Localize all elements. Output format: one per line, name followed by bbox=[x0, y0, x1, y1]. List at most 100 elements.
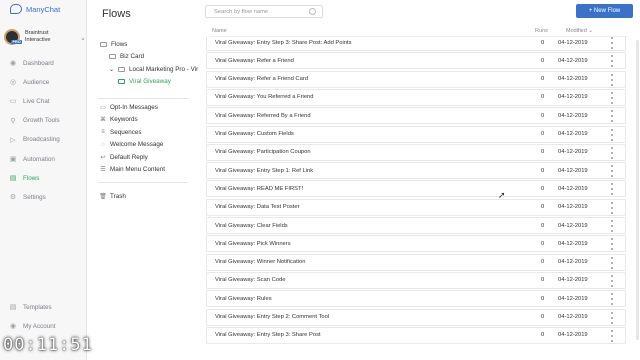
folder-item[interactable]: Viral Giveaway bbox=[118, 78, 171, 85]
table-row[interactable]: Viral Giveaway: Pick Winners 0 04-12-2019 bbox=[206, 235, 626, 253]
audience-icon: ◎ bbox=[9, 79, 17, 87]
system-item-sequences[interactable]: ≡ Sequences bbox=[100, 129, 141, 136]
keyword-icon: ⌘ bbox=[100, 117, 106, 124]
flow-name[interactable]: Viral Giveaway: You Referred a Friend bbox=[215, 94, 314, 100]
nav-item-templates[interactable]: ▤ Templates bbox=[0, 300, 87, 314]
flow-name[interactable]: Viral Giveaway: Refer a Friend bbox=[215, 58, 294, 64]
dashboard-icon: ◉ bbox=[9, 60, 17, 67]
kebab-menu-icon[interactable] bbox=[611, 91, 614, 104]
flow-name[interactable]: Viral Giveaway: READ ME FIRST! bbox=[215, 186, 303, 192]
brand-name: ManyChat bbox=[26, 4, 61, 14]
reply-icon: ↩ bbox=[100, 154, 106, 161]
kebab-menu-icon[interactable] bbox=[611, 183, 614, 196]
folder-item[interactable]: Biz Card bbox=[109, 53, 144, 60]
flow-modified: 04-12-2019 bbox=[558, 57, 588, 64]
trash-item[interactable]: 🗑 Trash bbox=[99, 193, 126, 200]
nav-item-dashboard[interactable]: ◉ Dashboard bbox=[0, 56, 87, 70]
system-item-main-menu-content[interactable]: ☰ Main Menu Content bbox=[100, 166, 165, 173]
new-flow-button[interactable]: + New Flow bbox=[576, 4, 633, 18]
nav-item-settings[interactable]: ⚙ Settings bbox=[0, 190, 87, 204]
flow-name[interactable]: Viral Giveaway: Entry Step 2: Comment To… bbox=[215, 314, 329, 320]
system-item-opt-in-messages[interactable]: ▭ Opt-In Messages bbox=[100, 104, 158, 111]
flow-name[interactable]: Viral Giveaway: Custom Fields bbox=[215, 131, 294, 137]
kebab-menu-icon[interactable] bbox=[611, 329, 614, 342]
kebab-menu-icon[interactable] bbox=[611, 201, 614, 214]
system-item-default-reply[interactable]: ↩ Default Reply bbox=[100, 153, 148, 161]
kebab-menu-icon[interactable] bbox=[611, 128, 614, 141]
flow-name[interactable]: Viral Giveaway: Scan Code bbox=[215, 277, 285, 283]
nav-item-label: Growth Tools bbox=[23, 117, 60, 125]
nav-item-broadcasting[interactable]: ▷ Broadcasting bbox=[0, 133, 87, 147]
system-item-keywords[interactable]: ⌘ Keywords bbox=[100, 116, 138, 123]
kebab-menu-icon[interactable] bbox=[611, 165, 614, 178]
system-item-label: Main Menu Content bbox=[110, 166, 165, 173]
kebab-menu-icon[interactable] bbox=[611, 146, 614, 159]
column-runs[interactable]: Runs bbox=[535, 28, 548, 34]
flow-runs: 0 bbox=[541, 167, 545, 174]
kebab-menu-icon[interactable] bbox=[611, 311, 614, 324]
nav-item-live-chat[interactable]: ▭ Live Chat bbox=[0, 94, 87, 108]
kebab-menu-icon[interactable] bbox=[611, 55, 614, 68]
flow-name[interactable]: Viral Giveaway: Referred By a Friend bbox=[215, 113, 311, 119]
table-row[interactable]: Viral Giveaway: Data Test Poster 0 04-12-2… bbox=[206, 198, 626, 216]
table-row[interactable]: Viral Giveaway: Clear Fields 0 04-12-2019 bbox=[206, 217, 626, 234]
flow-runs: 0 bbox=[541, 112, 545, 119]
kebab-menu-icon[interactable] bbox=[611, 37, 614, 49]
nav-item-my-account[interactable]: ◉ My Account bbox=[0, 319, 87, 333]
kebab-menu-icon[interactable] bbox=[611, 73, 614, 86]
system-item-welcome-message[interactable]: ◌ Welcome Message bbox=[100, 141, 163, 148]
manychat-logo-icon bbox=[10, 4, 22, 14]
flow-name[interactable]: Viral Giveaway: Pick Winners bbox=[215, 241, 291, 247]
flow-name[interactable]: Viral Giveaway: Refer a Friend Card bbox=[215, 76, 308, 82]
nav-item-label: My Account bbox=[23, 322, 56, 330]
table-row[interactable]: Viral Giveaway: Entry Step 3: Share Post… bbox=[206, 326, 626, 344]
flow-name[interactable]: Viral Giveaway: Entry Step 1: Ref Link bbox=[215, 168, 313, 174]
system-item-label: Default Reply bbox=[110, 153, 148, 161]
table-row[interactable]: Viral Giveaway: Winner Notification 0 04-1… bbox=[206, 253, 626, 271]
flow-name[interactable]: Viral Giveaway: Entry Step 3: Share Post bbox=[215, 332, 321, 338]
search-input[interactable]: Search by flow name bbox=[205, 5, 323, 18]
flow-name[interactable]: Viral Giveaway: Data Test Poster bbox=[215, 204, 300, 210]
table-row[interactable]: Viral Giveaway: Participation Coupon 0 04-… bbox=[206, 143, 626, 161]
table-row[interactable]: Viral Giveaway: Entry Step 2: Comment To… bbox=[206, 308, 626, 326]
table-row[interactable]: Viral Giveaway: Refer a Friend Card 0 04-1… bbox=[206, 70, 626, 88]
account-switcher[interactable]: PRO Braintrust Interactive ⌄ bbox=[4, 28, 86, 46]
menu-icon: ☰ bbox=[100, 167, 106, 173]
flow-name[interactable]: Viral Giveaway: Entry Step 3: Share Post… bbox=[215, 40, 352, 46]
table-row[interactable]: Viral Giveaway: READ ME FIRST! 0 04-12-201… bbox=[206, 180, 626, 198]
flow-runs: 0 bbox=[541, 295, 545, 302]
flow-name[interactable]: Viral Giveaway: Rules bbox=[215, 296, 272, 302]
table-row[interactable]: Viral Giveaway: Referred By a Friend 0 04-… bbox=[206, 107, 626, 125]
flow-modified: 04-12-2019 bbox=[558, 222, 588, 229]
table-row[interactable]: Viral Giveaway: Rules 0 04-12-2019 bbox=[206, 290, 626, 308]
table-row[interactable]: Viral Giveaway: You Referred a Friend 0 04… bbox=[206, 88, 626, 106]
kebab-menu-icon[interactable] bbox=[611, 293, 614, 306]
column-name[interactable]: Name bbox=[212, 28, 227, 34]
folder-item[interactable]: ⌄ Local Marketing Pro - Vir: bbox=[109, 66, 200, 73]
kebab-menu-icon[interactable] bbox=[611, 110, 614, 123]
folder-item[interactable]: Flows bbox=[100, 41, 127, 48]
table-row[interactable]: Viral Giveaway: Scan Code 0 04-12-2019 bbox=[206, 271, 626, 289]
kebab-menu-icon[interactable] bbox=[611, 256, 614, 269]
table-row[interactable]: Viral Giveaway: Entry Step 1: Ref Link 0 0… bbox=[206, 162, 626, 180]
scrollbar[interactable] bbox=[636, 40, 639, 340]
kebab-menu-icon[interactable] bbox=[611, 238, 614, 251]
table-row[interactable]: Viral Giveaway: Entry Step 3: Share Post… bbox=[206, 37, 626, 51]
flow-name[interactable]: Viral Giveaway: Clear Fields bbox=[215, 223, 288, 229]
brand-logo[interactable]: ManyChat bbox=[10, 4, 60, 14]
flow-name[interactable]: Viral Giveaway: Participation Coupon bbox=[215, 149, 311, 155]
kebab-menu-icon[interactable] bbox=[611, 220, 614, 232]
nav-item-flows[interactable]: ▤ Flows bbox=[0, 171, 87, 185]
table-row[interactable]: Viral Giveaway: Custom Fields 0 04-12-2019 bbox=[206, 125, 626, 143]
flow-runs: 0 bbox=[541, 131, 545, 137]
table-row[interactable]: Viral Giveaway: Refer a Friend 0 04-12-201… bbox=[206, 52, 626, 70]
nav-item-growth-tools[interactable]: ⚲ Growth Tools bbox=[0, 114, 87, 128]
account-name: Braintrust Interactive bbox=[25, 30, 51, 43]
kebab-menu-icon[interactable] bbox=[611, 274, 614, 287]
flow-modified: 04-12-2019 bbox=[558, 314, 588, 320]
sequence-icon: ≡ bbox=[101, 129, 105, 136]
flow-name[interactable]: Viral Giveaway: Winner Notification bbox=[215, 259, 305, 265]
nav-item-automation[interactable]: ▣ Automation bbox=[0, 152, 87, 166]
column-modified[interactable]: Modified ⌄ bbox=[566, 28, 593, 34]
nav-item-audience[interactable]: ◎ Audience bbox=[0, 75, 87, 89]
